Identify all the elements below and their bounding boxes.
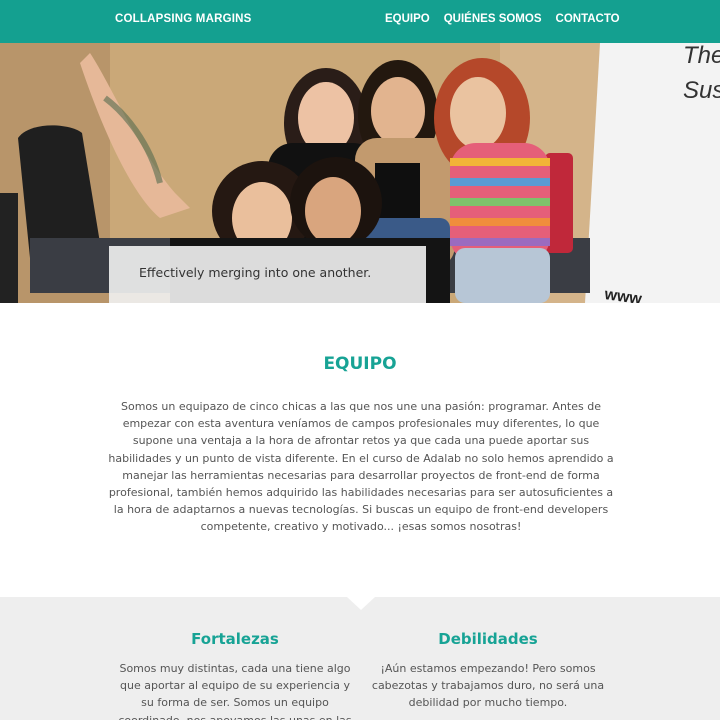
nav-link-quienes-somos[interactable]: QUIÉNES SOMOS xyxy=(444,13,542,25)
equipo-description: Somos un equipazo de cinco chicas a las … xyxy=(108,400,614,534)
strengths-column: Fortalezas Somos muy distintas, cada una… xyxy=(115,630,355,720)
weaknesses-text: ¡Aún estamos empezando! Pero somos cabez… xyxy=(371,662,605,710)
strengths-weaknesses-section: Fortalezas Somos muy distintas, cada una… xyxy=(0,597,720,720)
wall-text-1: The xyxy=(683,43,720,69)
brand-logo-link[interactable]: COLLAPSING MARGINS xyxy=(115,13,252,25)
hero-banner: The Sus www xyxy=(0,43,720,303)
weaknesses-title: Debilidades xyxy=(438,630,538,648)
weaknesses-column: Debilidades ¡Aún estamos empezando! Pero… xyxy=(368,630,608,712)
main-nav: EQUIPO QUIÉNES SOMOS CONTACTO xyxy=(385,13,634,25)
hero-caption-box: Effectively merging into one another. xyxy=(109,246,426,303)
nav-link-equipo[interactable]: EQUIPO xyxy=(385,13,430,25)
hero-caption-text: Effectively merging into one another. xyxy=(139,265,372,280)
top-navbar: COLLAPSING MARGINS EQUIPO QUIÉNES SOMOS … xyxy=(0,0,720,43)
section-title-equipo: EQUIPO xyxy=(323,354,397,374)
strengths-text: Somos muy distintas, cada una tiene algo… xyxy=(118,662,351,720)
strengths-title: Fortalezas xyxy=(191,630,279,648)
wall-text-2: Sus xyxy=(683,77,720,104)
section-arrow-notch xyxy=(347,597,375,610)
nav-link-contacto[interactable]: CONTACTO xyxy=(556,13,620,25)
